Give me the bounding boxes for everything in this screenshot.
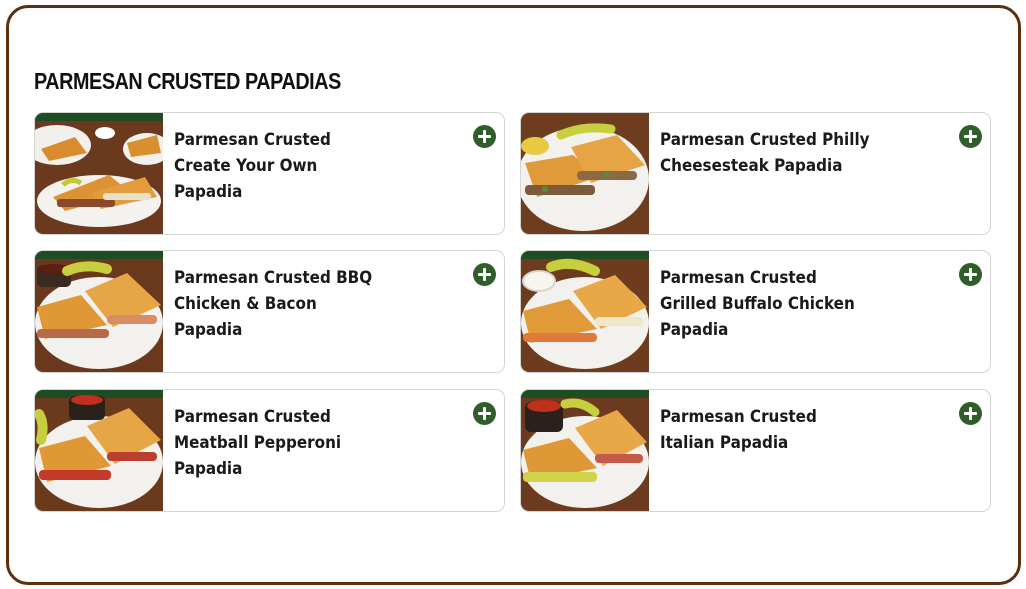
menu-item-name: Parmesan Crusted Italian Papadia — [660, 407, 817, 452]
menu-item-card[interactable]: Parmesan Crusted Grilled Buffalo Chicken… — [520, 250, 991, 373]
menu-item-photo — [521, 390, 649, 511]
add-item-button[interactable] — [473, 125, 496, 148]
menu-item-name: Parmesan Crusted Create Your Own Papadia — [174, 130, 331, 201]
add-item-button[interactable] — [473, 263, 496, 286]
section-title: PARMESAN CRUSTED PAPADIAS — [34, 68, 341, 94]
menu-item-card[interactable]: Parmesan Crusted Create Your Own Papadia — [34, 112, 505, 235]
menu-item-card[interactable]: Parmesan Crusted Philly Cheesesteak Papa… — [520, 112, 991, 235]
menu-item-name: Parmesan Crusted Philly Cheesesteak Papa… — [660, 130, 870, 175]
menu-item-photo — [521, 251, 649, 372]
menu-item-card[interactable]: Parmesan Crusted BBQ Chicken & Bacon Pap… — [34, 250, 505, 373]
menu-item-photo — [35, 251, 163, 372]
menu-item-card[interactable]: Parmesan Crusted Meatball Pepperoni Papa… — [34, 389, 505, 512]
menu-item-card[interactable]: Parmesan Crusted Italian Papadia — [520, 389, 991, 512]
menu-item-name: Parmesan Crusted Grilled Buffalo Chicken… — [660, 268, 855, 339]
menu-item-name: Parmesan Crusted Meatball Pepperoni Papa… — [174, 407, 342, 478]
add-item-button[interactable] — [959, 402, 982, 425]
menu-grid: Parmesan Crusted Create Your Own Papadia — [34, 112, 991, 513]
add-item-button[interactable] — [959, 263, 982, 286]
menu-item-photo — [521, 113, 649, 234]
menu-item-photo — [35, 390, 163, 511]
add-item-button[interactable] — [473, 402, 496, 425]
add-item-button[interactable] — [959, 125, 982, 148]
menu-item-name: Parmesan Crusted BBQ Chicken & Bacon Pap… — [174, 268, 373, 339]
menu-item-photo — [35, 113, 163, 234]
